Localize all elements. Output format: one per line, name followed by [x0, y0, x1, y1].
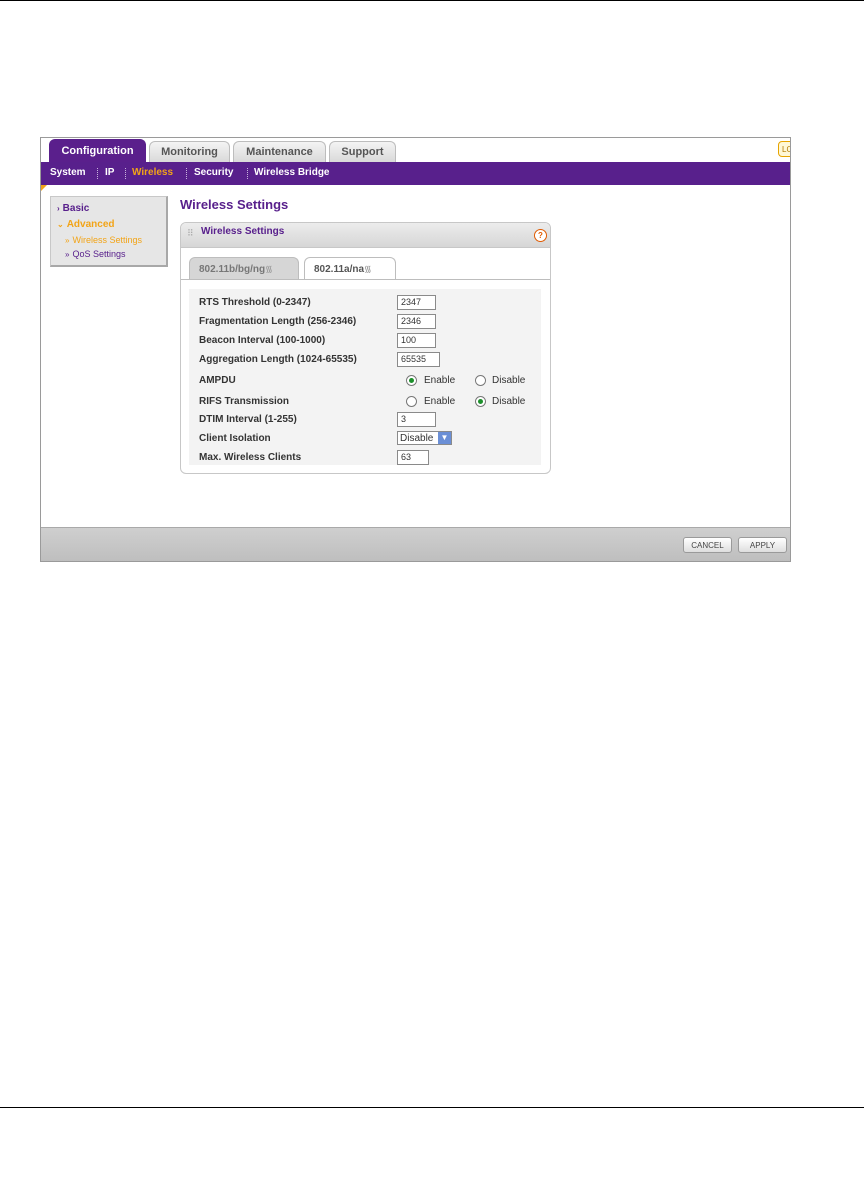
row-fragmentation-length: Fragmentation Length (256-2346) 2346	[189, 314, 541, 333]
rts-threshold-input[interactable]: 2347	[397, 295, 436, 310]
max-wireless-clients-label: Max. Wireless Clients	[199, 452, 302, 463]
apply-button[interactable]: APPLY	[738, 537, 787, 553]
wireless-settings-panel: ⠿ Wireless Settings ? 802.11b/bg/ng᯾ 802…	[180, 222, 551, 474]
subnav-ip[interactable]: IP	[105, 167, 114, 178]
sidebar-item-label: QoS Settings	[72, 249, 126, 259]
dtim-interval-input[interactable]: 3	[397, 412, 436, 427]
sidebar-item-advanced[interactable]: ⌄ Advanced	[57, 219, 115, 230]
rifs-enable-radio[interactable]	[406, 396, 417, 407]
sidebar-item-label: Basic	[62, 203, 90, 214]
client-isolation-select[interactable]: Disable ▼	[397, 431, 452, 445]
subnav-divider	[125, 168, 127, 179]
subnav-wireless-bridge[interactable]: Wireless Bridge	[254, 167, 330, 178]
row-aggregation-length: Aggregation Length (1024-65535) 65535	[189, 352, 541, 371]
cancel-button[interactable]: CANCEL	[683, 537, 732, 553]
sidebar-item-basic[interactable]: › Basic	[57, 203, 89, 214]
row-client-isolation: Client Isolation Disable ▼	[189, 431, 541, 450]
page-top-rule	[0, 0, 864, 1]
aggregation-length-label: Aggregation Length (1024-65535)	[199, 354, 357, 365]
sidebar-item-label: Wireless Settings	[72, 235, 142, 245]
rifs-disable-radio[interactable]	[475, 396, 486, 407]
page-title: Wireless Settings	[180, 197, 289, 212]
drag-grip-icon: ⠿	[187, 228, 194, 238]
chevron-down-icon: ⌄	[57, 220, 64, 229]
max-wireless-clients-input[interactable]: 63	[397, 450, 429, 465]
tab-label: 802.11a/na	[314, 264, 365, 275]
ampdu-enable-label: Enable	[424, 375, 456, 386]
row-max-wireless-clients: Max. Wireless Clients 63	[189, 450, 541, 469]
subnav-security[interactable]: Security	[194, 167, 233, 178]
sidebar-item-qos-settings[interactable]: » QoS Settings	[65, 249, 125, 259]
subnav-divider	[247, 168, 249, 179]
wifi-icon: ᯾	[265, 264, 273, 274]
sub-navigation: System IP Wireless Security Wireless Bri…	[41, 162, 790, 185]
sidebar-item-wireless-settings[interactable]: » Wireless Settings	[65, 235, 142, 245]
bullet-icon: »	[65, 236, 70, 245]
tab-802-11a-na[interactable]: 802.11a/na᯾	[304, 257, 396, 280]
router-admin-window: Configuration Monitoring Maintenance Sup…	[40, 137, 791, 562]
ampdu-disable-radio[interactable]	[475, 375, 486, 386]
help-icon[interactable]: ?	[534, 229, 547, 242]
rifs-disable-label: Disable	[492, 396, 526, 407]
rifs-transmission-label: RIFS Transmission	[199, 396, 290, 407]
beacon-interval-label: Beacon Interval (100-1000)	[199, 335, 326, 346]
chevron-right-icon: ›	[57, 204, 60, 213]
rts-threshold-label: RTS Threshold (0-2347)	[199, 297, 311, 308]
panel-title: Wireless Settings	[201, 226, 285, 237]
settings-form: RTS Threshold (0-2347) 2347 Fragmentatio…	[189, 289, 541, 465]
fragmentation-length-label: Fragmentation Length (256-2346)	[199, 316, 357, 327]
fragmentation-length-input[interactable]: 2346	[397, 314, 436, 329]
client-isolation-value: Disable	[400, 433, 434, 444]
sidebar-item-label: Advanced	[66, 219, 115, 230]
ampdu-enable-radio[interactable]	[406, 375, 417, 386]
ampdu-label: AMPDU	[199, 375, 236, 386]
subnav-divider	[97, 168, 99, 179]
subnav-divider	[186, 168, 188, 179]
sidebar-menu: › Basic ⌄ Advanced » Wireless Settings » QoS…	[50, 196, 168, 267]
orange-corner-accent	[41, 185, 47, 191]
client-isolation-label: Client Isolation	[199, 433, 271, 444]
tab-support[interactable]: Support	[329, 141, 396, 162]
row-beacon-interval: Beacon Interval (100-1000) 100	[189, 333, 541, 352]
row-rts-threshold: RTS Threshold (0-2347) 2347	[189, 295, 541, 314]
row-ampdu: AMPDU Enable Disable	[189, 373, 541, 392]
bullet-icon: »	[65, 250, 70, 259]
tab-configuration[interactable]: Configuration	[49, 139, 146, 162]
row-dtim-interval: DTIM Interval (1-255) 3	[189, 412, 541, 431]
subnav-wireless[interactable]: Wireless	[132, 167, 173, 178]
page-bottom-rule	[0, 1107, 864, 1108]
logout-button[interactable]: LO	[778, 141, 790, 157]
main-tab-bar: Configuration Monitoring Maintenance Sup…	[41, 138, 790, 162]
tab-802-11b-bg-ng[interactable]: 802.11b/bg/ng᯾	[189, 257, 299, 279]
row-rifs-transmission: RIFS Transmission Enable Disable	[189, 394, 541, 413]
chevron-down-icon[interactable]: ▼	[438, 432, 451, 444]
aggregation-length-input[interactable]: 65535	[397, 352, 440, 367]
wifi-icon: ᯾	[364, 264, 372, 274]
tab-maintenance[interactable]: Maintenance	[233, 141, 326, 162]
rifs-enable-label: Enable	[424, 396, 456, 407]
ampdu-disable-label: Disable	[492, 375, 526, 386]
subnav-system[interactable]: System	[50, 167, 86, 178]
dtim-interval-label: DTIM Interval (1-255)	[199, 414, 297, 425]
tab-monitoring[interactable]: Monitoring	[149, 141, 230, 162]
tab-label: 802.11b/bg/ng	[199, 264, 266, 275]
beacon-interval-input[interactable]: 100	[397, 333, 436, 348]
panel-header: ⠿ Wireless Settings ?	[181, 223, 550, 248]
footer-action-bar: CANCEL APPLY	[41, 527, 790, 561]
tab-underline	[181, 279, 550, 280]
